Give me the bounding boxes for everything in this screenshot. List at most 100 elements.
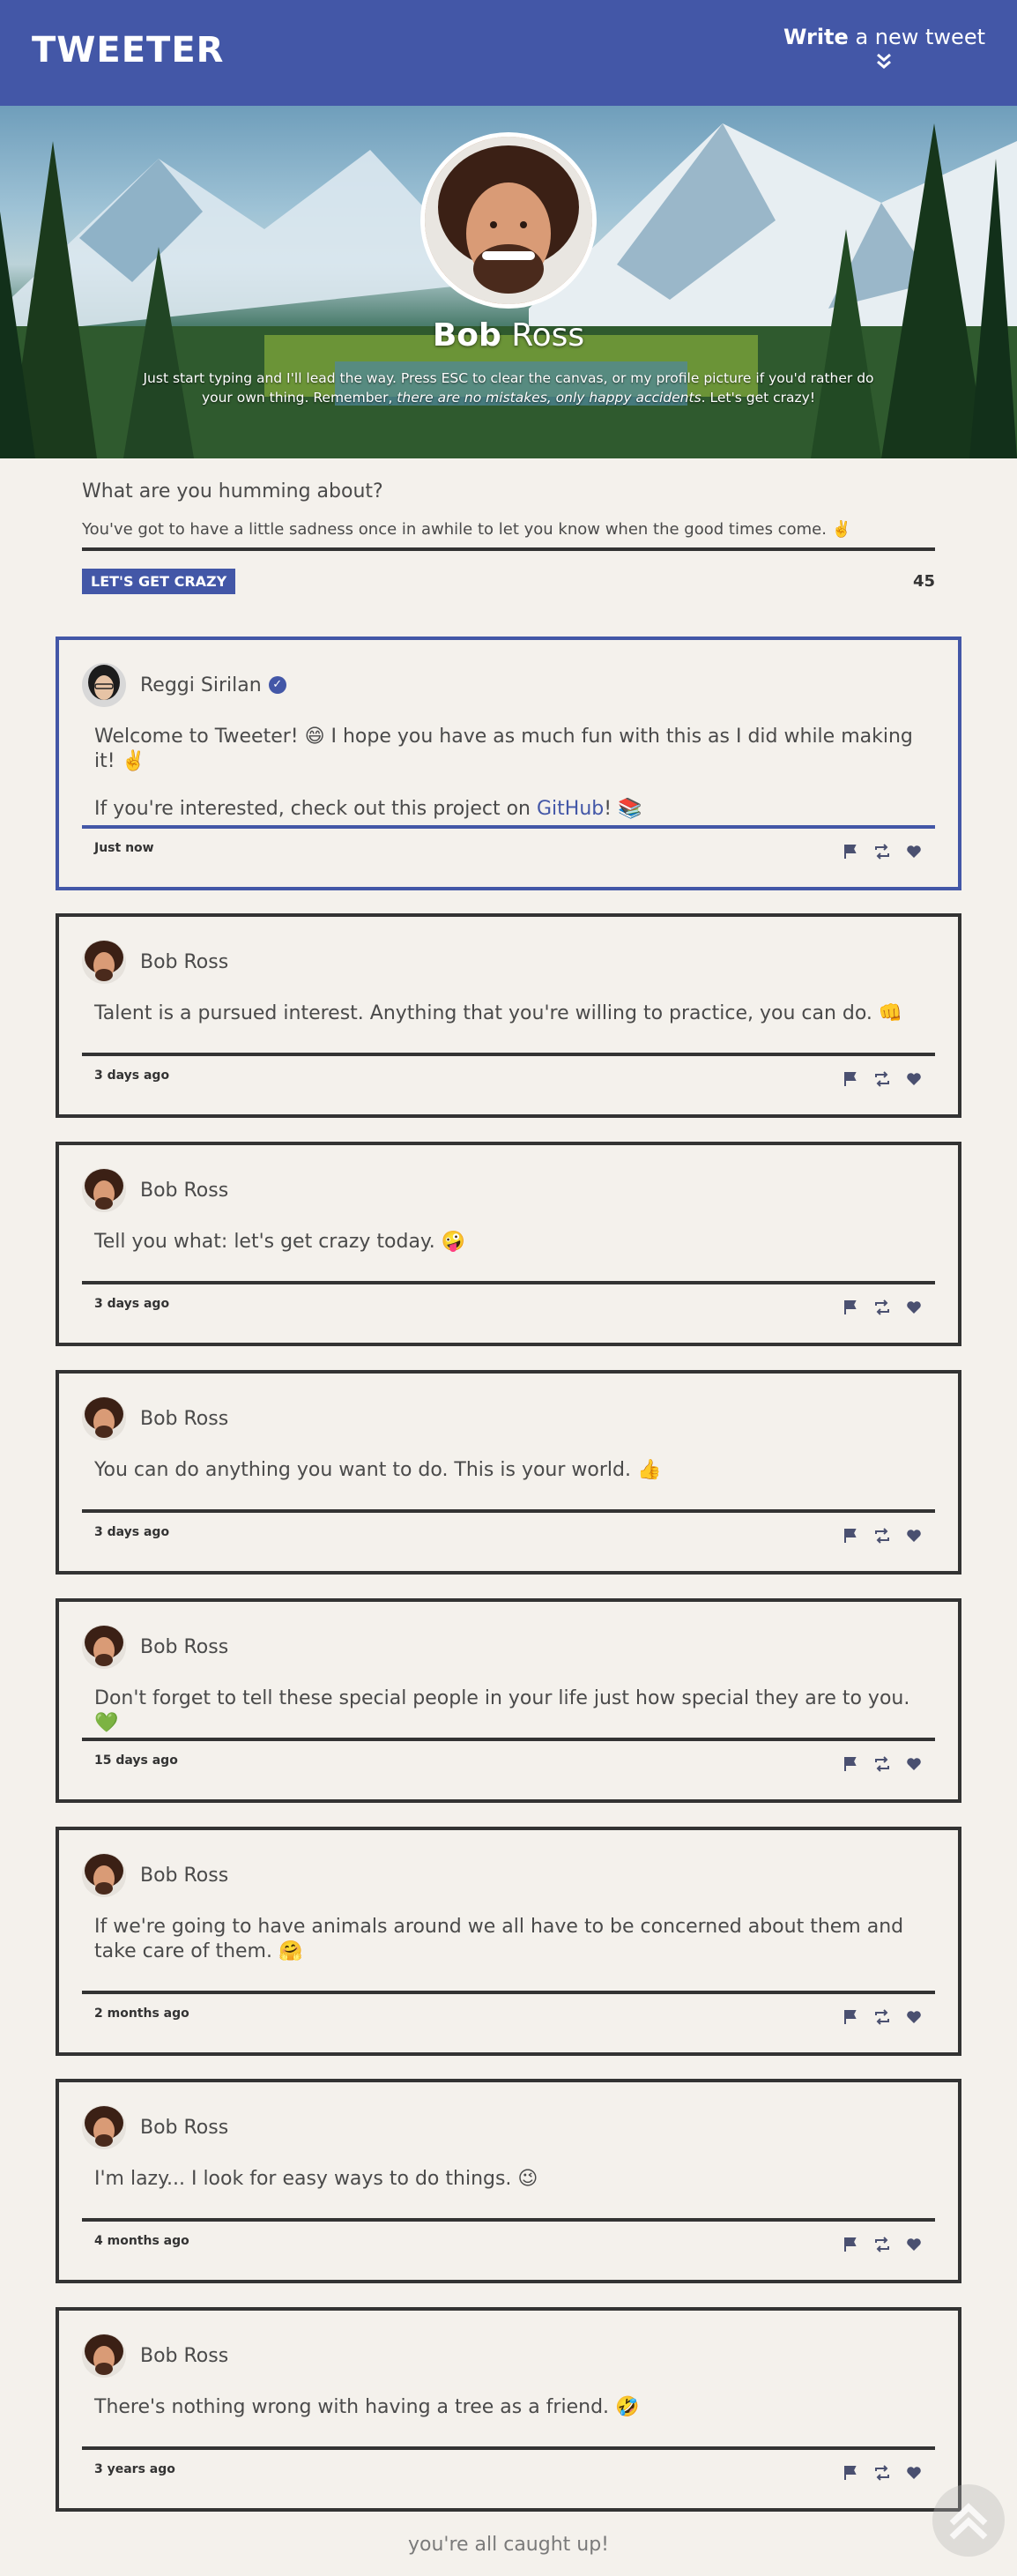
scroll-top-icon [949,2503,988,2540]
avatar[interactable] [82,1625,126,1669]
tweet-actions [842,843,923,860]
avatar[interactable] [82,1168,126,1212]
heart-icon[interactable] [905,1527,923,1545]
tweet-text-segment: ! 📚 [604,798,642,820]
tweet-card: Bob Ross Tell you what: let's get crazy … [56,1142,961,1346]
flag-icon[interactable] [842,1070,859,1088]
tweet-timestamp: 3 years ago [94,2462,175,2476]
heart-icon[interactable] [905,2008,923,2026]
author-name[interactable]: Bob Ross [140,1636,228,1658]
tweet-timestamp: 3 days ago [94,1297,170,1311]
profile-name: Bob Ross [0,317,1017,354]
tweet-header: Bob Ross [82,2105,228,2149]
flag-icon[interactable] [842,2464,859,2482]
avatar[interactable] [82,1396,126,1441]
flag-icon[interactable] [842,2236,859,2253]
write-label-rest: a new tweet [848,25,985,49]
profile-first-name: Bob [432,317,501,354]
retweet-icon[interactable] [873,2236,891,2253]
tweet-actions [842,1755,923,1773]
tweet-header: Bob Ross [82,1625,228,1669]
tweet-card: Bob Ross If we're going to have animals … [56,1827,961,2056]
profile-header: Bob Ross Just start typing and I'll lead… [0,106,1017,458]
flag-icon[interactable] [842,1527,859,1545]
profile-last-name: Ross [501,317,585,354]
tweet-actions [842,2464,923,2482]
profile-avatar[interactable] [420,132,597,309]
flag-icon[interactable] [842,843,859,860]
flag-icon[interactable] [842,1755,859,1773]
scroll-top-button[interactable] [932,2484,1005,2557]
tweet-divider [82,1281,935,1284]
write-label-bold: Write [783,25,849,49]
tweet-text: Don't forget to tell these special peopl… [94,1687,910,1734]
heart-icon[interactable] [905,1070,923,1088]
author-name[interactable]: Bob Ross [140,1865,228,1887]
heart-icon[interactable] [905,2464,923,2482]
tweet-divider [82,2218,935,2222]
tweet-header: Bob Ross [82,1853,228,1897]
tweet-timestamp: Just now [94,841,154,855]
avatar[interactable] [82,663,126,707]
character-counter: 45 [912,572,935,591]
tweet-text-line: If you're interested, check out this pro… [94,797,923,822]
tweet-card: Bob Ross There's nothing wrong with havi… [56,2307,961,2512]
tweet-timestamp: 3 days ago [94,1068,170,1083]
author-name[interactable]: Bob Ross [140,951,228,973]
retweet-icon[interactable] [873,2464,891,2482]
tweet-divider [82,1509,935,1513]
compose-box: What are you humming about? You've got t… [82,480,935,594]
top-nav: TWEETER Write a new tweet [0,0,1017,106]
submit-tweet-button[interactable]: LET'S GET CRAZY [82,569,236,594]
tweet-divider [82,1053,935,1056]
desc-part-2: . Let's get crazy! [701,390,816,406]
author-name[interactable]: Bob Ross [140,1408,228,1430]
tweet-actions [842,1299,923,1316]
desc-emphasis: there are no mistakes, only happy accide… [397,390,702,406]
heart-icon[interactable] [905,2236,923,2253]
author-name[interactable]: Bob Ross [140,2345,228,2367]
tweet-text: If we're going to have animals around we… [94,1916,904,1962]
tweet-body: You can do anything you want to do. This… [94,1458,923,1506]
retweet-icon[interactable] [873,843,891,860]
flag-icon[interactable] [842,1299,859,1316]
retweet-icon[interactable] [873,1299,891,1316]
tweet-divider [82,2446,935,2450]
github-link[interactable]: GitHub [537,798,604,820]
tweet-card: Reggi Sirilan ✓ Welcome to Tweeter! 😄 I … [56,637,961,890]
tweet-text: You can do anything you want to do. This… [94,1459,662,1481]
write-tweet-button[interactable]: Write a new tweet [783,25,985,73]
tweet-text: Talent is a pursued interest. Anything t… [94,1002,903,1024]
chevron-down-icon [783,53,985,73]
tweet-card: Bob Ross Don't forget to tell these spec… [56,1598,961,1803]
author-name[interactable]: Bob Ross [140,2117,228,2139]
avatar[interactable] [82,2105,126,2149]
caught-up-message: you're all caught up! [407,2534,610,2556]
avatar[interactable] [82,2334,126,2378]
logo[interactable]: TWEETER [32,30,224,71]
tweet-header: Bob Ross [82,1168,228,1212]
tweet-input[interactable]: You've got to have a little sadness once… [82,520,935,551]
heart-icon[interactable] [905,1755,923,1773]
tweet-timestamp: 2 months ago [94,2006,189,2021]
tweet-text: I'm lazy... I look for easy ways to do t… [94,2168,538,2190]
tweet-header: Bob Ross [82,2334,228,2378]
heart-icon[interactable] [905,843,923,860]
retweet-icon[interactable] [873,1070,891,1088]
tweet-card: Bob Ross Talent is a pursued interest. A… [56,913,961,1118]
heart-icon[interactable] [905,1299,923,1316]
retweet-icon[interactable] [873,1755,891,1773]
author-name[interactable]: Bob Ross [140,1180,228,1202]
retweet-icon[interactable] [873,1527,891,1545]
tweet-actions [842,2236,923,2253]
flag-icon[interactable] [842,2008,859,2026]
retweet-icon[interactable] [873,2008,891,2026]
tweet-header: Bob Ross [82,940,228,984]
tweet-text: There's nothing wrong with having a tree… [94,2396,640,2418]
author-name[interactable]: Reggi Sirilan [140,674,262,696]
tweet-timestamp: 3 days ago [94,1525,170,1539]
avatar[interactable] [82,940,126,984]
tweet-timestamp: 4 months ago [94,2234,189,2248]
avatar[interactable] [82,1853,126,1897]
tweet-actions [842,1527,923,1545]
